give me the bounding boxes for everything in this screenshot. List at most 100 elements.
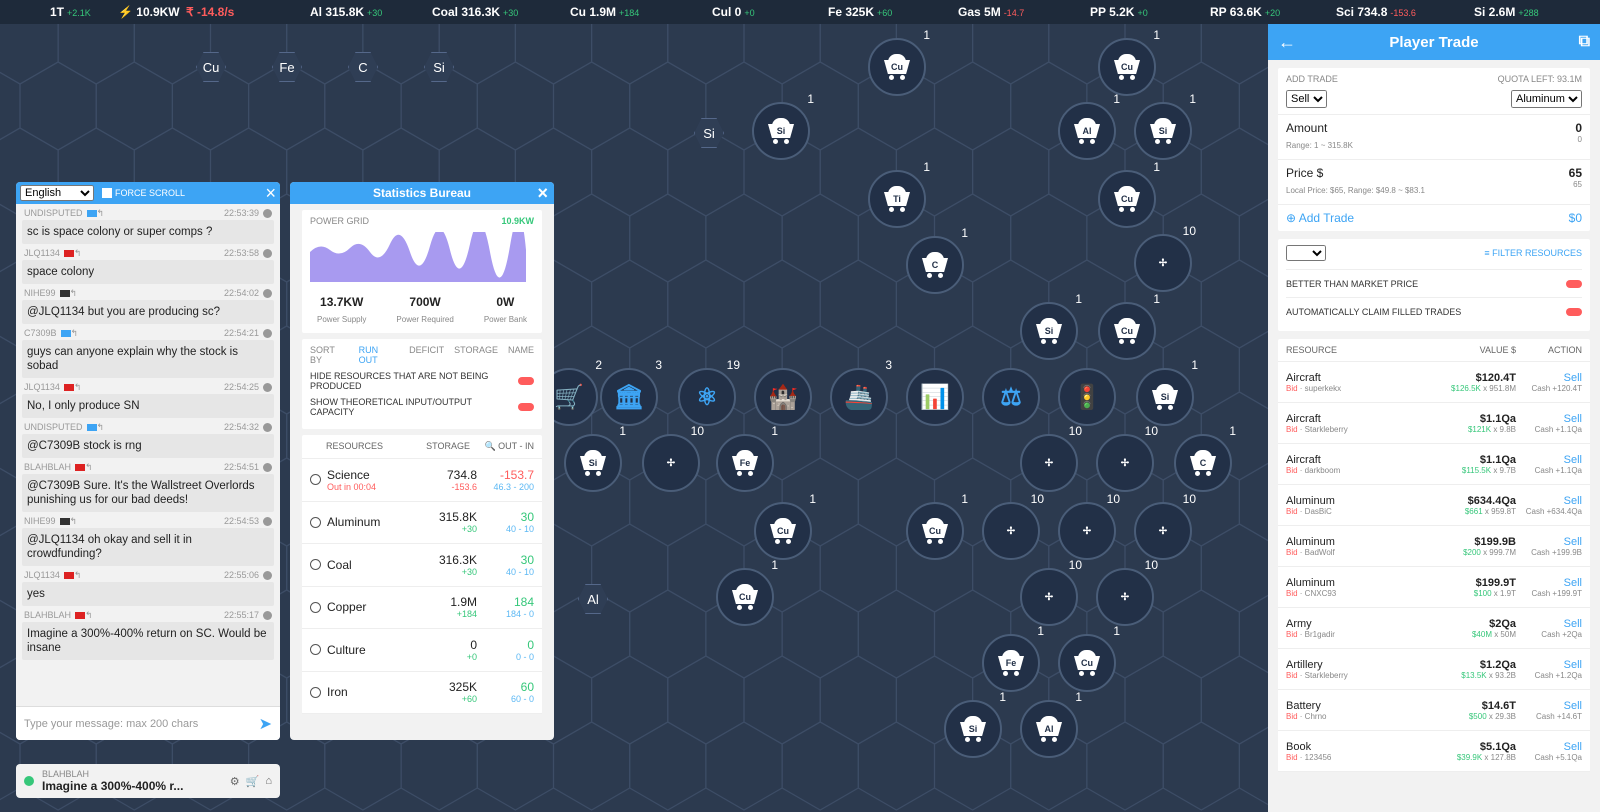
- reply-icon[interactable]: ↰: [97, 208, 105, 219]
- bank-building-icon[interactable]: 🏛 3: [600, 358, 662, 426]
- hex-cell[interactable]: [590, 259, 669, 349]
- reply-icon[interactable]: ↰: [74, 570, 82, 581]
- hex-cell[interactable]: [1124, 655, 1202, 745]
- mine-tile-al[interactable]: Al 1: [1058, 92, 1120, 160]
- message-user[interactable]: BLAHBLAH: [24, 610, 71, 620]
- theoretical-capacity-toggle[interactable]: [518, 403, 534, 411]
- reply-icon[interactable]: ↰: [70, 516, 78, 527]
- sort-option-storage[interactable]: STORAGE: [454, 345, 498, 365]
- hex-cell[interactable]: [514, 24, 593, 85]
- info-icon[interactable]: [263, 462, 272, 472]
- hex-cell[interactable]: [133, 24, 212, 85]
- info-icon[interactable]: [263, 610, 272, 620]
- wind-turbine-icon[interactable]: ✢ 10: [1096, 424, 1158, 492]
- mine-tile-c[interactable]: C1: [1174, 424, 1236, 492]
- mine-tile-al[interactable]: Al 1: [1020, 690, 1082, 758]
- chat-input[interactable]: Type your message: max 200 chars ➤: [16, 706, 280, 740]
- price-value[interactable]: 65: [1569, 166, 1582, 180]
- message-user[interactable]: C7309B: [24, 328, 57, 338]
- sell-button[interactable]: Sell: [1564, 618, 1582, 630]
- hex-cell[interactable]: [1162, 721, 1241, 811]
- hex-cell[interactable]: [629, 721, 707, 811]
- gear-icon[interactable]: ⚙: [230, 775, 240, 788]
- hex-cell[interactable]: [667, 259, 745, 349]
- wind-turbine-icon[interactable]: ✢ 10: [642, 424, 704, 492]
- reply-icon[interactable]: ↰: [71, 328, 79, 339]
- resource-row[interactable]: Copper 1.9M +184 184 184 - 0: [302, 587, 542, 629]
- hex-cell[interactable]: [819, 523, 898, 613]
- radio-button[interactable]: [310, 644, 321, 656]
- sell-button[interactable]: Sell: [1564, 495, 1582, 507]
- back-arrow-icon[interactable]: ←: [1278, 32, 1296, 53]
- hide-resources-option[interactable]: HIDE RESOURCES THAT ARE NOT BEING PRODUC…: [310, 371, 534, 391]
- cart-icon[interactable]: 🛒: [246, 775, 260, 788]
- hex-cell[interactable]: [743, 24, 821, 85]
- mine-tile-si[interactable]: Si 1: [564, 424, 626, 492]
- chat-notification[interactable]: BLAHBLAH Imagine a 300%-400% r... ⚙ 🛒 ⌂: [16, 764, 280, 798]
- mine-tile-cu[interactable]: Cu 1: [1098, 28, 1160, 96]
- sell-button[interactable]: Sell: [1564, 700, 1582, 712]
- mine-tile-ti[interactable]: Ti 1: [868, 160, 930, 228]
- hex-cell[interactable]: [438, 24, 517, 85]
- hex-cell[interactable]: [857, 721, 936, 811]
- amount-value[interactable]: 0: [1575, 121, 1582, 135]
- sell-button[interactable]: Sell: [1564, 741, 1582, 753]
- message-user[interactable]: UNDISPUTED: [24, 422, 83, 432]
- mine-tile-fe[interactable]: Fe 1: [716, 424, 778, 492]
- hex-cell[interactable]: [476, 61, 555, 151]
- hex-cell[interactable]: [552, 193, 631, 283]
- wind-turbine-icon[interactable]: ✢ 10: [1134, 224, 1196, 292]
- hex-cell[interactable]: [286, 24, 364, 85]
- radio-button[interactable]: [310, 516, 321, 528]
- wind-turbine-icon[interactable]: ✢ 10: [1058, 492, 1120, 560]
- hex-cell[interactable]: [971, 127, 1050, 217]
- hex-cell[interactable]: [1200, 655, 1268, 745]
- radio-button[interactable]: [310, 474, 321, 486]
- language-select[interactable]: English: [20, 185, 94, 201]
- hex-cell[interactable]: [743, 655, 821, 745]
- hex-cell[interactable]: [781, 589, 859, 679]
- mine-tile-cu[interactable]: Cu 1: [868, 28, 930, 96]
- hex-cell[interactable]: [629, 589, 707, 679]
- send-icon[interactable]: ➤: [259, 714, 272, 734]
- sort-option-run-out[interactable]: RUN OUT: [359, 345, 399, 365]
- better-price-toggle[interactable]: [1566, 279, 1582, 288]
- hex-cell[interactable]: [819, 655, 898, 745]
- hex-cell[interactable]: [95, 61, 173, 151]
- radio-button[interactable]: [310, 686, 321, 698]
- research-building-icon[interactable]: ⚛ 19: [678, 358, 740, 426]
- amount-field[interactable]: Amount Range: 1 ~ 315.8K 00: [1278, 114, 1590, 159]
- hex-cell[interactable]: [781, 193, 859, 283]
- wind-turbine-icon[interactable]: ✢ 10: [1020, 424, 1082, 492]
- sell-button[interactable]: Sell: [1564, 372, 1582, 384]
- mine-tile-cu[interactable]: Cu 1: [1058, 624, 1120, 692]
- hex-cell[interactable]: [1010, 193, 1088, 283]
- info-icon[interactable]: [263, 328, 272, 338]
- castle-building-icon[interactable]: 🏰: [754, 368, 812, 426]
- hex-cell[interactable]: [0, 62, 21, 150]
- message-user[interactable]: UNDISPUTED: [24, 208, 83, 218]
- hex-cell[interactable]: [1162, 589, 1241, 679]
- port-building-icon[interactable]: 🚢 3: [830, 358, 892, 426]
- hex-cell[interactable]: [1200, 523, 1268, 613]
- home-icon[interactable]: ⌂: [265, 775, 272, 788]
- hex-cell[interactable]: [362, 24, 440, 85]
- reply-icon[interactable]: ↰: [85, 462, 93, 473]
- wind-turbine-icon[interactable]: ✢ 10: [982, 492, 1044, 560]
- hex-cell[interactable]: [743, 259, 821, 349]
- resource-row[interactable]: Culture 0 +0 0 0 - 0: [302, 629, 542, 672]
- hex-cell[interactable]: [19, 61, 97, 151]
- resource-row[interactable]: Aluminum 315.8K +30 30 40 - 10: [302, 502, 542, 544]
- message-user[interactable]: JLQ1134: [24, 570, 60, 580]
- hex-cell[interactable]: [590, 655, 669, 745]
- trade-resource-select[interactable]: Aluminum: [1511, 90, 1582, 108]
- info-icon[interactable]: [263, 248, 272, 258]
- add-trade-button[interactable]: ⊕ Add Trade $0: [1278, 204, 1590, 231]
- trade-side-select[interactable]: Sell: [1286, 90, 1327, 108]
- hex-cell[interactable]: [590, 127, 669, 217]
- hex-cell[interactable]: [1086, 721, 1164, 811]
- sell-button[interactable]: Sell: [1564, 413, 1582, 425]
- info-icon[interactable]: [263, 208, 272, 218]
- wind-turbine-icon[interactable]: ✢ 10: [1134, 492, 1196, 560]
- mine-tile-cu[interactable]: Cu 1: [1098, 292, 1160, 360]
